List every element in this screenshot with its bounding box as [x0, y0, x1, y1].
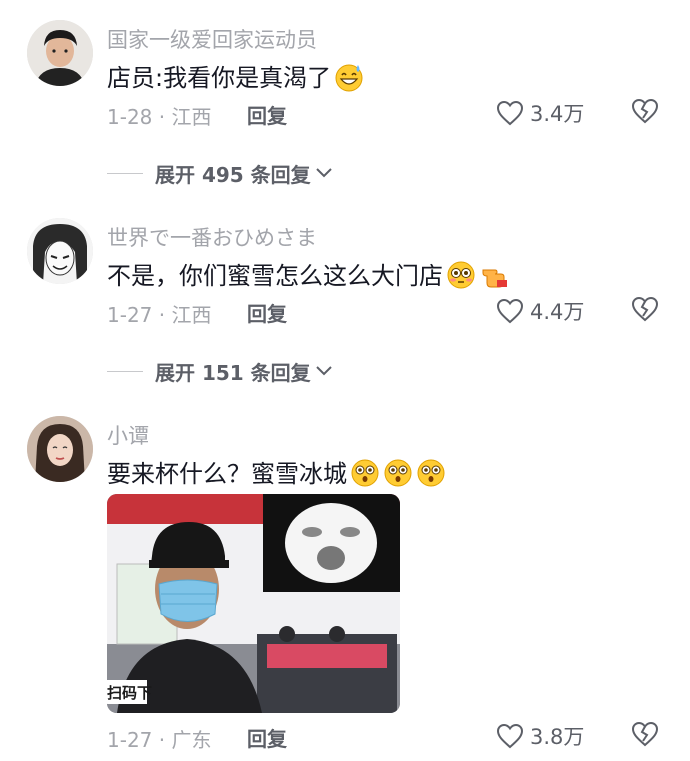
- comment-text: 不是，你们蜜雪怎么这么大门店: [107, 256, 509, 291]
- date-location: 1-27 · 广东: [107, 728, 212, 752]
- expand-replies-button[interactable]: 展开 151 条回复: [107, 356, 333, 386]
- username[interactable]: 小谭: [107, 420, 149, 450]
- divider: [107, 172, 143, 174]
- avatar[interactable]: [27, 20, 93, 86]
- chevron-down-icon: [315, 168, 332, 178]
- like-button[interactable]: 3.8万: [496, 721, 584, 751]
- hushed-emoji-icon: [417, 459, 445, 487]
- expand-replies-button[interactable]: 展开 495 条回复: [107, 158, 333, 188]
- heart-icon: [496, 100, 524, 126]
- hushed-emoji-icon: [384, 459, 412, 487]
- heart-icon: [496, 298, 524, 324]
- comment-text-content: 要来杯什么？蜜雪冰城: [107, 460, 347, 488]
- like-count: 4.4万: [530, 300, 585, 324]
- reply-button[interactable]: 回复: [247, 298, 287, 327]
- comment-text: 店员:我看你是真渴了: [107, 58, 364, 93]
- broken-heart-icon[interactable]: [631, 296, 659, 322]
- expand-replies-label: 展开 495 条回复: [155, 162, 311, 187]
- username[interactable]: 国家一级爱回家运动员: [107, 24, 317, 54]
- avatar[interactable]: [27, 218, 93, 284]
- avatar[interactable]: [27, 416, 93, 482]
- date-location: 1-28 · 江西: [107, 105, 212, 129]
- hushed-emoji-icon: [351, 459, 379, 487]
- comment-text-content: 店员:我看你是真渴了: [107, 64, 332, 92]
- broken-heart-icon[interactable]: [631, 721, 659, 747]
- comment-image[interactable]: 扫码下: [107, 494, 400, 713]
- grin-sweat-emoji-icon: [335, 64, 363, 92]
- expand-replies-label: 展开 151 条回复: [155, 360, 311, 385]
- username[interactable]: 世界で一番おひめさま: [107, 222, 317, 252]
- like-count: 3.8万: [530, 725, 585, 749]
- heart-icon: [496, 723, 524, 749]
- comment-text: 要来杯什么？蜜雪冰城: [107, 454, 446, 489]
- pointing-hand-emoji-icon: [482, 269, 507, 288]
- like-button[interactable]: 4.4万: [496, 296, 584, 326]
- reply-button[interactable]: 回复: [247, 723, 287, 752]
- like-button[interactable]: 3.4万: [496, 98, 584, 128]
- divider: [107, 370, 143, 372]
- reply-button[interactable]: 回复: [247, 100, 287, 129]
- broken-heart-icon[interactable]: [631, 98, 659, 124]
- date-location: 1-27 · 江西: [107, 303, 212, 327]
- chevron-down-icon: [315, 366, 332, 376]
- photo-sign-text: 扫码下: [107, 684, 153, 702]
- flushed-emoji-icon: [447, 261, 475, 289]
- like-count: 3.4万: [530, 102, 585, 126]
- comment-text-content: 不是，你们蜜雪怎么这么大门店: [107, 262, 443, 290]
